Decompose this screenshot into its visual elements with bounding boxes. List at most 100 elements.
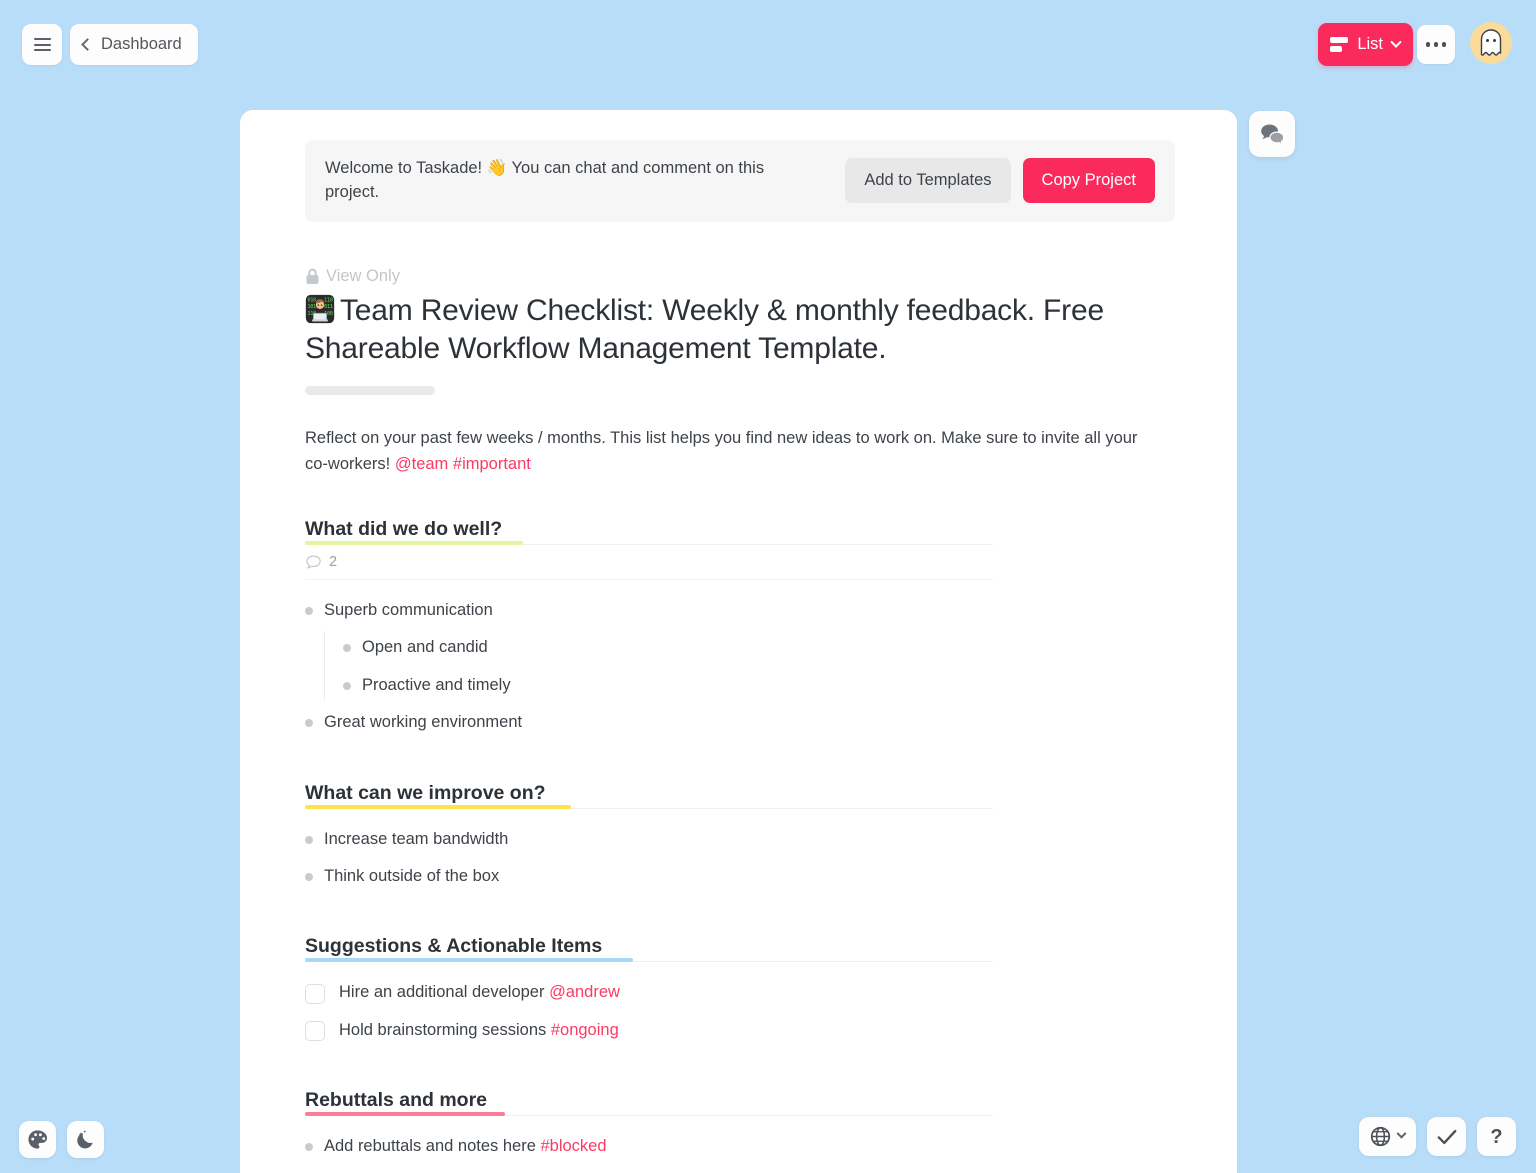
svg-text:011: 011: [324, 304, 333, 310]
bullet-icon: [305, 1143, 313, 1152]
checkbox[interactable]: [305, 983, 325, 1004]
checklist-item-text: Hire an additional developer @andrew: [339, 982, 620, 1003]
open-chat-button[interactable]: [1249, 111, 1295, 157]
section-rebuttals-and-more: Rebuttals and more Add rebuttals and not…: [305, 1089, 1175, 1165]
moon-icon: [77, 1130, 93, 1149]
view-mode-button[interactable]: List: [1318, 23, 1413, 66]
list-item[interactable]: Superb communication: [305, 592, 1175, 629]
section-suggestions-actionable-items: Suggestions & Actionable Items Hire an a…: [305, 935, 1175, 1049]
section-what-did-we-do-well: What did we do well? 2 Superb communicat…: [305, 518, 1175, 742]
more-options-button[interactable]: [1417, 25, 1455, 64]
chat-bubbles-icon: [1260, 123, 1285, 145]
user-avatar[interactable]: [1470, 22, 1512, 64]
section-heading-wrap: Suggestions & Actionable Items: [305, 935, 993, 963]
checkmark-icon: [1437, 1129, 1456, 1144]
list-item[interactable]: Proactive and timely: [334, 667, 1175, 704]
comment-count: 2: [329, 554, 338, 571]
section-heading-text[interactable]: What can we improve on?: [305, 782, 546, 808]
bottom-left-toolbar: [19, 1121, 104, 1158]
ellipsis-icon: [1433, 42, 1439, 47]
view-only-label: View Only: [326, 266, 400, 285]
confirm-button[interactable]: [1427, 1117, 1466, 1156]
list-item[interactable]: Think outside of the box: [305, 858, 1175, 895]
globe-icon: [1370, 1126, 1391, 1147]
welcome-banner-message: Welcome to Taskade! 👋 You can chat and c…: [325, 159, 765, 201]
bullet-icon: [305, 873, 313, 881]
lock-icon: [306, 268, 319, 284]
list-item[interactable]: Add rebuttals and notes here #blocked: [305, 1128, 1175, 1165]
checkbox[interactable]: [305, 1021, 325, 1042]
chevron-down-icon: [1390, 36, 1402, 48]
bullet-icon: [343, 681, 351, 690]
list-item-text: Add rebuttals and notes here #blocked: [324, 1136, 607, 1157]
bullet-icon: [305, 606, 313, 615]
hamburger-menu-button[interactable]: [22, 24, 62, 65]
section-heading-wrap: Rebuttals and more: [305, 1089, 993, 1117]
welcome-banner: Welcome to Taskade! 👋 You can chat and c…: [305, 140, 1175, 222]
list-item-label: Add rebuttals and notes here: [324, 1137, 541, 1156]
project-document-card: Welcome to Taskade! 👋 You can chat and c…: [240, 110, 1237, 1173]
mention-team[interactable]: @team: [395, 455, 448, 473]
ghost-avatar-icon: [1480, 29, 1502, 56]
copy-project-button[interactable]: Copy Project: [1022, 158, 1155, 204]
list-item-text: Great working environment: [324, 713, 523, 732]
document-content: Welcome to Taskade! 👋 You can chat and c…: [305, 140, 1175, 1166]
checklist-item[interactable]: Hold brainstorming sessions #ongoing: [305, 1012, 1175, 1049]
dark-mode-toggle[interactable]: [67, 1121, 104, 1158]
list-item[interactable]: Great working environment: [305, 704, 1175, 741]
svg-text:010: 010: [308, 297, 317, 303]
list-item[interactable]: Increase team bandwidth: [305, 821, 1175, 858]
technologist-emoji: 010 110 101 011 110 100: [305, 294, 335, 324]
checklist-item[interactable]: Hire an additional developer @andrew: [305, 974, 1175, 1011]
page-title[interactable]: 010 110 101 011 110 100 Team Review Checkli…: [305, 292, 1175, 368]
chevron-down-icon: [1396, 1128, 1407, 1139]
view-only-badge: View Only: [305, 267, 1175, 286]
list-item-text: Open and candid: [362, 638, 488, 657]
comment-count-badge[interactable]: 2: [305, 554, 993, 580]
section-what-can-we-improve-on: What can we improve on? Increase team ba…: [305, 782, 1175, 896]
list-item-text: Proactive and timely: [362, 675, 511, 694]
theme-palette-button[interactable]: [19, 1121, 56, 1158]
section-heading-text[interactable]: What did we do well?: [305, 518, 502, 544]
checklist-item-label: Hold brainstorming sessions: [339, 1020, 551, 1039]
section-items: Hire an additional developer @andrew Hol…: [305, 974, 1175, 1049]
section-heading-wrap: What did we do well?: [305, 518, 993, 545]
chevron-left-icon: [81, 38, 94, 51]
bullet-icon: [343, 644, 351, 653]
language-selector-button[interactable]: [1359, 1117, 1416, 1156]
title-progress-bar: [305, 386, 435, 396]
bottom-right-toolbar: ?: [1359, 1117, 1516, 1156]
svg-text:101: 101: [308, 304, 317, 310]
hashtag-blocked[interactable]: #blocked: [540, 1137, 606, 1155]
back-to-dashboard-button[interactable]: Dashboard: [70, 24, 198, 65]
list-view-icon: [1330, 36, 1349, 53]
bullet-icon: [305, 719, 313, 728]
section-heading-wrap: What can we improve on?: [305, 782, 993, 809]
intro-paragraph[interactable]: Reflect on your past few weeks / months.…: [305, 425, 1145, 478]
list-item-text: Increase team bandwidth: [324, 829, 509, 848]
comment-bubble-icon: [306, 555, 321, 569]
checklist-item-label: Hire an additional developer: [339, 983, 550, 1002]
section-heading-underline: [305, 540, 523, 545]
dashboard-button-label: Dashboard: [101, 35, 182, 53]
bullet-icon: [305, 835, 313, 844]
section-items: Add rebuttals and notes here #blocked: [305, 1128, 1175, 1165]
hamburger-icon: [33, 38, 51, 51]
palette-icon: [28, 1130, 48, 1149]
top-bar: Dashboard List: [0, 0, 1536, 90]
section-items: Increase team bandwidth Think outside of…: [305, 821, 1175, 896]
help-button[interactable]: ?: [1477, 1117, 1516, 1156]
section-heading-underline: [305, 958, 633, 963]
ellipsis-icon: [1425, 42, 1431, 47]
add-to-templates-button[interactable]: Add to Templates: [845, 158, 1011, 204]
mention-andrew[interactable]: @andrew: [549, 983, 620, 1001]
list-item-text: Think outside of the box: [324, 867, 500, 885]
list-item[interactable]: Open and candid: [334, 629, 1175, 666]
hashtag-important[interactable]: #important: [453, 455, 531, 473]
hashtag-ongoing[interactable]: #ongoing: [551, 1021, 619, 1039]
view-mode-label: List: [1357, 35, 1383, 53]
page-title-text: Team Review Checklist: Weekly & monthly …: [305, 293, 1104, 365]
question-mark-icon: ?: [1490, 1125, 1503, 1148]
section-items: Superb communication Open and candid Pro…: [305, 592, 1175, 742]
nested-list-group: Open and candid Proactive and timely: [324, 629, 1175, 704]
